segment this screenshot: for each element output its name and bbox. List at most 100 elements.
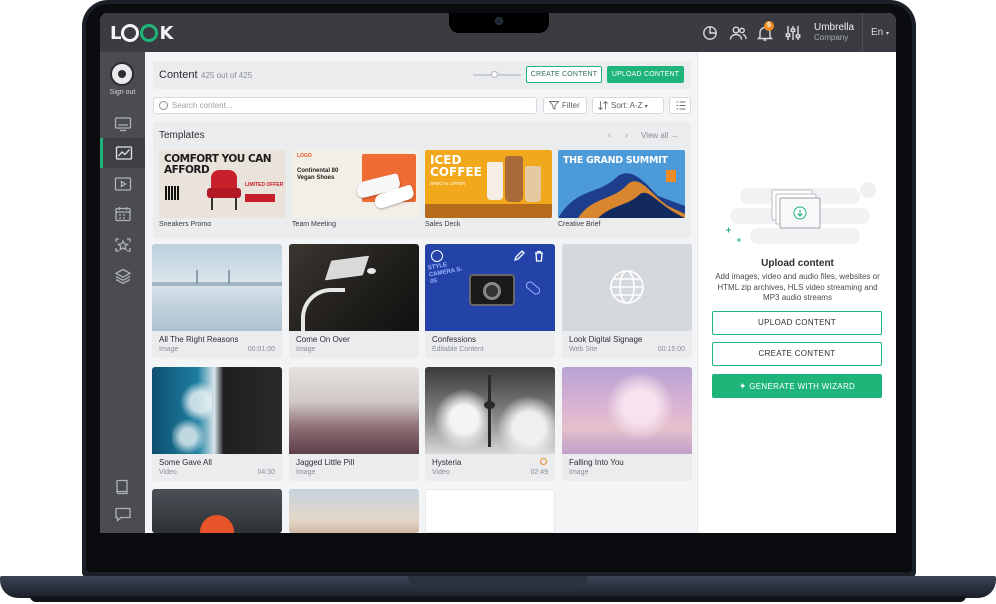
chat-icon [114, 507, 131, 522]
content-type: Editable Content [432, 346, 484, 353]
content-card[interactable] [152, 489, 282, 533]
book-icon [115, 479, 128, 495]
content-card[interactable]: Jagged Little Pill Image [289, 367, 419, 481]
generate-with-wizard-button[interactable]: ✦ GENERATE WITH WIZARD [712, 374, 882, 398]
panel-create-content-button[interactable]: CREATE CONTENT [712, 342, 882, 366]
content-card[interactable]: All The Right Reasons Image 00:01:00 [152, 244, 282, 358]
template-label: Creative Brief [558, 221, 601, 228]
content-title: Look Digital Signage [569, 335, 643, 344]
templates-title: Templates [159, 130, 205, 141]
language-select[interactable]: En ▾ [862, 13, 896, 52]
template-label: Sales Deck [425, 221, 461, 228]
content-type: Video [432, 469, 450, 476]
zoom-slider-handle[interactable] [491, 71, 498, 78]
templates-next-button[interactable]: › [625, 130, 628, 140]
users-icon[interactable] [729, 25, 747, 41]
sidebar-item-layers[interactable] [100, 261, 145, 291]
upload-panel: Upload content Add images, video and aud… [697, 52, 896, 533]
sign-out-label[interactable]: Sign out [100, 89, 145, 96]
template-card-sneakers[interactable]: COMFORT YOU CAN AFFORD LIMITED OFFER [159, 150, 286, 218]
select-circle[interactable] [431, 250, 443, 262]
trash-icon[interactable] [533, 250, 545, 262]
list-view-button[interactable] [669, 97, 691, 114]
sidebar-item-playlists[interactable] [100, 169, 145, 199]
sliders-icon[interactable] [784, 25, 802, 41]
content-title: Confessions [432, 335, 477, 344]
view-all-link[interactable]: View all → [641, 131, 679, 140]
templates-section: Templates ‹ › View all → COMFORT YOU CAN… [153, 122, 691, 238]
content-type: Image [296, 469, 316, 476]
thumbnail-image [562, 244, 692, 331]
avatar[interactable] [110, 62, 134, 86]
monitor-icon [114, 117, 131, 132]
magic-wand-icon: ✦ [738, 381, 747, 391]
account-org: Company [814, 33, 849, 42]
templates-prev-button[interactable]: ‹ [608, 130, 611, 140]
thumbnail-image [289, 367, 419, 454]
search-icon [159, 101, 168, 110]
sort-icon [598, 101, 608, 110]
sidebar-item-screens[interactable] [100, 109, 145, 139]
template-label: Team Meeting [292, 221, 336, 228]
analytics-icon[interactable] [701, 25, 719, 41]
chair-illustration [207, 170, 243, 210]
thumbnail-image [152, 244, 282, 331]
content-type: Image [569, 469, 589, 476]
sidebar-item-book[interactable] [100, 472, 145, 502]
account-name: Umbrella [814, 22, 855, 33]
content-card[interactable]: STYLE CAMERA S-05 Confessions Editable C… [425, 244, 555, 358]
notification-badge: 5 [764, 21, 774, 31]
look-logo[interactable]: L K [110, 23, 173, 44]
thumbnail-image [289, 489, 419, 533]
content-type: Web Site [569, 346, 598, 353]
template-card-sales-deck[interactable]: ICED COFFEE SPECIAL OFFER [425, 150, 552, 218]
sidebar-item-schedule[interactable] [100, 199, 145, 229]
content-duration: 02:49 [530, 469, 548, 476]
content-type: Image [296, 346, 316, 353]
upload-description: Add images, video and audio files, websi… [715, 272, 880, 302]
content-card[interactable]: Look Digital Signage Web Site 00:15:00 [562, 244, 692, 358]
star-frame-icon [114, 238, 131, 252]
app-screen: L K 5 Umbrella Company En ▾ Sign out Con… [100, 13, 896, 533]
template-card-creative-brief[interactable]: THE GRAND SUMMIT [558, 150, 685, 218]
content-card[interactable]: Some Gave All Video 04:30 [152, 367, 282, 481]
content-title: All The Right Reasons [159, 335, 239, 344]
sidebar-item-chat[interactable] [100, 499, 145, 529]
sort-select[interactable]: Sort: A-Z ▾ [592, 97, 664, 114]
qr-code [165, 186, 179, 200]
content-card[interactable] [425, 489, 555, 533]
warning-icon [540, 458, 547, 465]
thumbnail-image [289, 244, 419, 331]
edit-icon[interactable] [513, 250, 525, 262]
coffee-illustration [505, 156, 523, 202]
thumbnail-image [425, 367, 555, 454]
filter-button[interactable]: Filter [543, 97, 587, 114]
upload-content-button[interactable]: UPLOAD CONTENT [607, 66, 684, 83]
content-duration: 00:01:00 [247, 346, 275, 353]
upload-title: Upload content [761, 258, 834, 269]
create-content-button[interactable]: CREATE CONTENT [526, 66, 602, 83]
thumbnail-image [562, 367, 692, 454]
play-icon [114, 177, 131, 191]
account-menu[interactable]: Umbrella Company [814, 23, 866, 43]
sidebar-item-widgets[interactable] [100, 230, 145, 260]
camera-notch [449, 13, 549, 33]
camera-icon [495, 17, 503, 25]
arrow-right-icon: → [670, 131, 679, 140]
content-card[interactable] [289, 489, 419, 533]
thumbnail-image [152, 367, 282, 454]
content-type: Image [159, 346, 179, 353]
content-title: Come On Over [296, 335, 350, 344]
search-input[interactable]: Search content... [153, 97, 537, 114]
calendar-icon [114, 207, 131, 222]
content-type: Video [159, 469, 177, 476]
page-title: Content [159, 69, 198, 81]
template-card-team-meeting[interactable]: LOGO Continental 80 Vegan Shoes [292, 150, 419, 218]
sidebar-item-analytics[interactable] [100, 138, 145, 168]
list-icon [676, 101, 686, 110]
filter-icon [549, 101, 559, 110]
content-card[interactable]: Hysteria Video 02:49 [425, 367, 555, 481]
content-card[interactable]: Falling Into You Image [562, 367, 692, 481]
content-card[interactable]: Come On Over Image [289, 244, 419, 358]
panel-upload-content-button[interactable]: UPLOAD CONTENT [712, 311, 882, 335]
